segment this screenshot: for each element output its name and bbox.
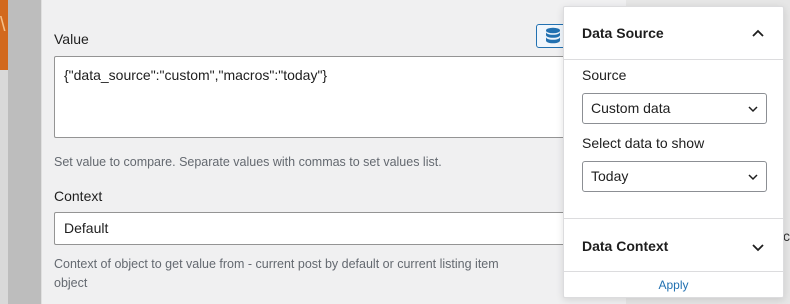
value-textarea[interactable]: {"data_source":"custom","macros":"today"…: [54, 56, 599, 138]
context-select[interactable]: Default ⌄: [54, 212, 599, 245]
data-context-title[interactable]: Data Context: [582, 238, 668, 254]
context-select-value: Default: [64, 220, 109, 236]
data-source-popover: Data Source Source Custom data Select da…: [563, 6, 784, 298]
source-select-value: Custom data: [591, 100, 671, 116]
value-help-text: Set value to compare. Separate values wi…: [54, 155, 442, 169]
database-icon: [546, 27, 560, 44]
chevron-down-icon: [748, 174, 758, 181]
apply-button[interactable]: Apply: [564, 278, 783, 292]
chevron-down-icon: [748, 106, 758, 113]
chevron-down-icon[interactable]: [751, 240, 765, 254]
data-to-show-select[interactable]: Today: [582, 161, 767, 192]
data-to-show-select-value: Today: [591, 168, 629, 184]
chevron-up-icon[interactable]: [751, 27, 765, 41]
source-label: Source: [582, 67, 627, 83]
context-help-text: Context of object to get value from - cu…: [54, 257, 499, 271]
left-mark: \: [0, 14, 6, 36]
section-divider-top: [564, 59, 783, 60]
source-select[interactable]: Custom data: [582, 93, 767, 124]
value-label: Value: [54, 31, 89, 47]
data-source-title[interactable]: Data Source: [582, 25, 664, 41]
section-divider: [564, 218, 783, 219]
context-help-text-line2: object: [54, 276, 88, 290]
footer-divider: [564, 271, 783, 272]
right-edge-text: c: [783, 228, 790, 244]
data-to-show-label: Select data to show: [582, 135, 705, 151]
context-label: Context: [54, 188, 103, 204]
settings-panel: Value {"data_source":"custom","macros":"…: [41, 0, 627, 304]
